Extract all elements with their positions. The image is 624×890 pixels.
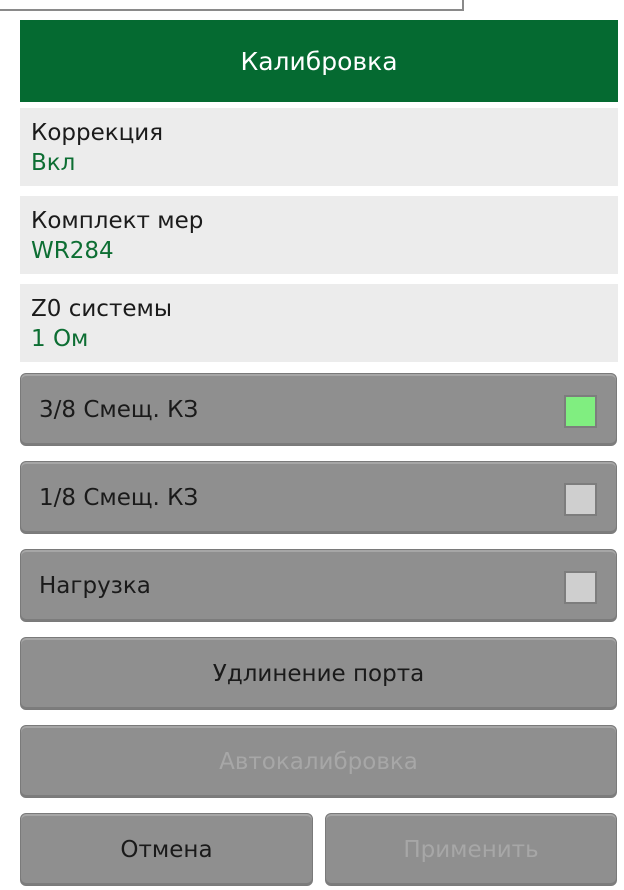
top-strip (0, 0, 464, 11)
apply-label: Применить (403, 836, 539, 863)
apply-button[interactable]: Применить (325, 813, 617, 886)
system-z0-item[interactable]: Z0 системы 1 Ом (20, 284, 618, 362)
cal-kit-value: WR284 (31, 238, 114, 264)
correction-value: Вкл (31, 150, 76, 176)
cal-kit-label: Комплект мер (31, 208, 204, 234)
status-indicator (564, 395, 597, 428)
cancel-button[interactable]: Отмена (20, 813, 313, 886)
correction-item[interactable]: Коррекция Вкл (20, 108, 618, 186)
cancel-label: Отмена (120, 836, 213, 863)
standard-label: 1/8 Смещ. КЗ (39, 484, 199, 511)
port-extension-button[interactable]: Удлинение порта (20, 637, 617, 710)
system-z0-value: 1 Ом (31, 326, 89, 352)
standard-offset-short-1-8-button[interactable]: 1/8 Смещ. КЗ (20, 461, 617, 534)
status-indicator (564, 571, 597, 604)
cal-kit-item[interactable]: Комплект мер WR284 (20, 196, 618, 274)
status-indicator (564, 483, 597, 516)
autocal-label: Автокалибровка (219, 748, 418, 775)
calibration-panel: Калибровка Коррекция Вкл Комплект мер WR… (0, 0, 624, 890)
standard-label: 3/8 Смещ. КЗ (39, 396, 199, 423)
system-z0-label: Z0 системы (31, 296, 172, 322)
menu-content: Калибровка Коррекция Вкл Комплект мер WR… (20, 20, 618, 890)
autocal-button[interactable]: Автокалибровка (20, 725, 617, 798)
standard-load-button[interactable]: Нагрузка (20, 549, 617, 622)
menu-title: Калибровка (20, 20, 618, 102)
correction-label: Коррекция (31, 120, 164, 146)
standard-offset-short-3-8-button[interactable]: 3/8 Смещ. КЗ (20, 373, 617, 446)
standard-label: Нагрузка (39, 572, 151, 599)
port-extension-label: Удлинение порта (212, 660, 425, 687)
